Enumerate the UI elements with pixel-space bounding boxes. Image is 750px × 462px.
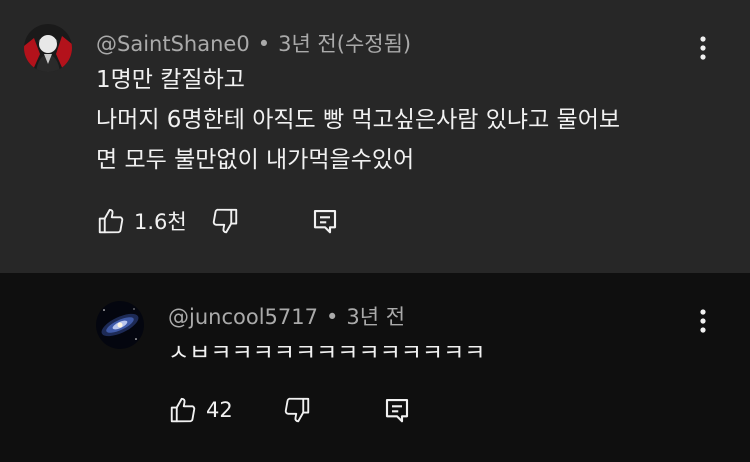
like-count: 42 <box>206 398 233 422</box>
author-name[interactable]: @juncool5717 <box>168 305 318 329</box>
separator-dot: • <box>325 305 339 329</box>
dislike-button[interactable] <box>282 395 312 425</box>
reply-card: @juncool5717 • 3년 전 ㅅㅂㅋㅋㅋㅋㅋㅋㅋㅋㅋㅋㅋㅋㅋ 42 <box>0 273 750 462</box>
thumbs-up-icon <box>98 208 124 234</box>
comment-meta: @juncool5717 • 3년 전 <box>168 301 405 331</box>
comment-line: 나머지 6명한테 아직도 빵 먹고싶은사람 있냐고 물어보 <box>96 107 621 133</box>
comment-text: ㅅㅂㅋㅋㅋㅋㅋㅋㅋㅋㅋㅋㅋㅋㅋ <box>168 333 485 373</box>
more-options-button[interactable] <box>688 33 718 63</box>
author-name[interactable]: @SaintShane0 <box>96 32 250 56</box>
comment-actions: 1.6천 <box>96 206 356 246</box>
more-options-button[interactable] <box>688 306 718 336</box>
reply-button[interactable] <box>382 395 412 425</box>
separator-dot: • <box>257 32 271 56</box>
thumbs-down-icon <box>284 397 310 423</box>
comment-line: 면 모두 불만없이 내가먹을수있어 <box>96 147 415 173</box>
like-count: 1.6천 <box>134 210 187 234</box>
reply-icon <box>313 209 337 234</box>
comment-text: 1명만 칼질하고 나머지 6명한테 아직도 빵 먹고싶은사람 있냐고 물어보 면… <box>96 60 620 180</box>
more-vert-icon <box>700 309 706 333</box>
reply-button[interactable] <box>310 206 340 236</box>
comment-line: 1명만 칼질하고 <box>96 67 245 93</box>
comment-card: @SaintShane0 • 3년 전(수정됨) 1명만 칼질하고 나머지 6명한테… <box>0 0 750 273</box>
avatar[interactable] <box>96 301 144 349</box>
comment-line: ㅅㅂㅋㅋㅋㅋㅋㅋㅋㅋㅋㅋㅋㅋㅋ <box>168 340 486 366</box>
dislike-button[interactable] <box>210 206 240 236</box>
more-vert-icon <box>700 36 706 60</box>
comment-meta: @SaintShane0 • 3년 전(수정됨) <box>96 28 411 58</box>
like-button[interactable]: 1.6천 <box>96 206 187 236</box>
thumbs-up-icon <box>170 397 196 423</box>
comment-actions: 42 <box>168 395 428 435</box>
reply-icon <box>385 398 409 423</box>
avatar[interactable] <box>24 24 72 72</box>
timestamp[interactable]: 3년 전(수정됨) <box>278 32 411 56</box>
timestamp[interactable]: 3년 전 <box>346 305 405 329</box>
thumbs-down-icon <box>212 208 238 234</box>
like-button[interactable]: 42 <box>168 395 233 425</box>
